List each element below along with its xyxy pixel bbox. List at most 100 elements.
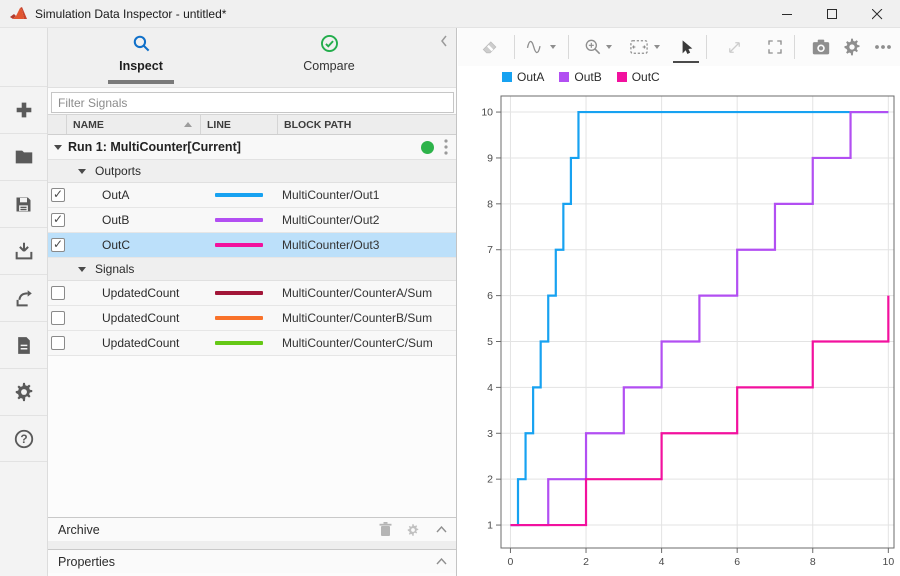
tick-label-y: 4 [487,382,493,394]
time-plot-canvas[interactable]: 024681012345678910 [458,88,900,576]
block-path: MultiCounter/Out2 [277,213,456,227]
line-style-swatch[interactable] [215,316,263,320]
group-expand-caret-icon[interactable] [78,267,86,272]
signal-name: UpdatedCount [66,336,200,350]
open-button[interactable] [0,133,47,180]
tab-compare-label: Compare [254,59,404,73]
group-expand-caret-icon[interactable] [78,169,86,174]
preferences-button[interactable] [0,368,47,415]
run-label: Run 1: MultiCounter[Current] [68,140,241,154]
minimize-button[interactable] [765,0,810,28]
signal-row-outa[interactable]: OutA MultiCounter/Out1 [48,183,456,208]
signal-name: OutB [66,213,200,227]
signal-row-updatedcount-b[interactable]: UpdatedCount MultiCounter/CounterB/Sum [48,306,456,331]
tab-inspect[interactable]: Inspect [66,34,216,73]
line-style-swatch[interactable] [215,341,263,345]
signal-checkbox[interactable] [51,286,65,300]
block-path: MultiCounter/CounterA/Sum [277,286,456,300]
signal-row-updatedcount-a[interactable]: UpdatedCount MultiCounter/CounterA/Sum [48,281,456,306]
panel-divider [48,541,456,549]
save-disk-icon [13,194,34,215]
block-path: MultiCounter/CounterC/Sum [277,336,456,350]
tick-label-y: 10 [481,107,493,119]
properties-collapse-button[interactable] [432,553,450,571]
title-bar: Simulation Data Inspector - untitled* [0,0,900,28]
help-button[interactable]: ? [0,415,47,462]
close-button[interactable] [855,0,900,28]
camera-icon [811,38,831,56]
tick-label-x: 6 [734,556,740,568]
active-tab-underline [108,80,174,84]
collapse-pane-button[interactable] [436,34,452,50]
signal-display-button[interactable] [522,34,548,60]
clear-plots-button[interactable] [477,34,503,60]
signal-row-updatedcount-c[interactable]: UpdatedCount MultiCounter/CounterC/Sum [48,331,456,356]
column-header-block-path[interactable]: BLOCK PATH [277,115,456,134]
signal-checkbox[interactable] [51,311,65,325]
new-button[interactable] [0,86,47,133]
filter-signals-input[interactable] [51,92,454,113]
signal-checkbox[interactable] [51,336,65,350]
zoom-in-button[interactable] [580,34,606,60]
plot-settings-button[interactable] [839,34,865,60]
archive-collapse-button[interactable] [432,521,450,539]
signals-panel: Inspect Compare NAME LINE BLOCK PATH Run… [48,28,457,576]
signal-checkbox[interactable] [51,213,65,227]
maximize-button[interactable] [810,0,855,28]
tick-label-y: 6 [487,290,493,302]
group-row-signals[interactable]: Signals [48,258,456,281]
legend-item-outb: OutB [559,70,601,84]
archive-bar[interactable]: Archive [48,517,456,541]
column-header-line[interactable]: LINE [200,115,277,134]
more-options-button[interactable] [870,34,896,60]
zoom-in-icon [583,37,603,57]
dropdown-caret-icon[interactable] [654,45,660,49]
snapshot-button[interactable] [808,34,834,60]
toolbar-separator [706,35,707,59]
tick-label-y: 1 [487,520,493,532]
group-label: Signals [95,262,134,276]
import-button[interactable] [0,227,47,274]
dropdown-caret-icon[interactable] [606,45,612,49]
tab-inspect-label: Inspect [66,59,216,73]
block-path: MultiCounter/Out1 [277,188,456,202]
signal-row-outc[interactable]: OutC MultiCounter/Out3 [48,233,456,258]
create-report-button[interactable] [0,321,47,368]
trash-icon [379,522,392,537]
signal-name: UpdatedCount [66,286,200,300]
signal-checkbox[interactable] [51,238,65,252]
run-menu-button[interactable] [438,139,454,157]
eraser-icon [480,37,500,57]
tick-label-y: 3 [487,428,493,440]
properties-bar[interactable]: Properties [48,549,456,573]
signal-name: OutA [66,188,200,202]
question-icon: ? [13,428,35,450]
legend-swatch-icon [502,72,512,82]
fit-to-view-button[interactable] [626,34,652,60]
line-style-swatch[interactable] [215,193,263,197]
signal-checkbox[interactable] [51,188,65,202]
dropdown-caret-icon[interactable] [550,45,556,49]
group-row-outports[interactable]: Outports [48,160,456,183]
export-button[interactable] [0,274,47,321]
line-style-swatch[interactable] [215,218,263,222]
line-style-swatch[interactable] [215,291,263,295]
column-header-name[interactable]: NAME [66,115,200,134]
tab-compare[interactable]: Compare [254,34,404,73]
fullscreen-button[interactable] [762,34,788,60]
save-button[interactable] [0,180,47,227]
tick-label-y: 8 [487,198,493,210]
signal-name: OutC [66,238,200,252]
run-expand-caret-icon[interactable] [54,145,62,150]
signal-row-outb[interactable]: OutB MultiCounter/Out2 [48,208,456,233]
active-tool-underline [673,61,699,63]
import-download-icon [13,240,35,262]
archive-settings-button[interactable] [404,521,422,539]
pointer-tool-button[interactable] [673,34,699,60]
line-style-swatch[interactable] [215,243,263,247]
pan-button[interactable] [721,34,747,60]
run-row[interactable]: Run 1: MultiCounter[Current] [48,135,456,160]
report-document-icon [14,335,34,356]
folder-icon [13,146,35,168]
archive-delete-button[interactable] [376,521,394,539]
